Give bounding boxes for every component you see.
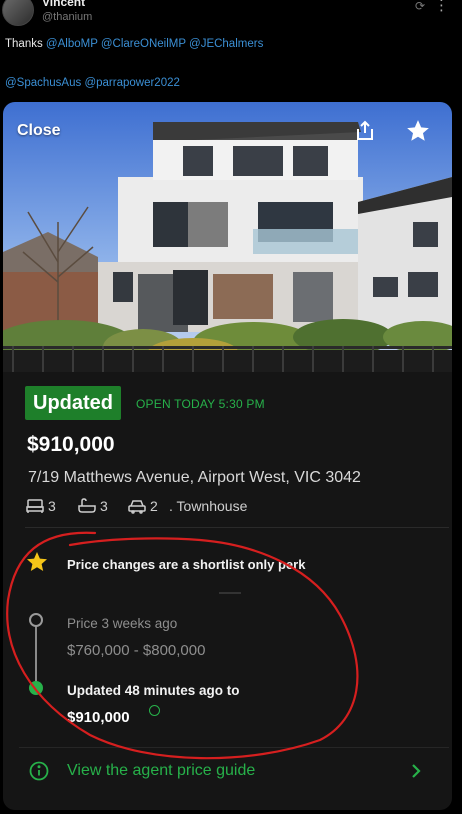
parking-count: 2 — [150, 498, 158, 514]
post-menu-icon[interactable]: ⟳ ⋮ — [415, 0, 450, 14]
status-badge: Updated — [25, 386, 121, 420]
bed-icon — [26, 499, 44, 513]
chevron-right-icon[interactable] — [409, 762, 423, 780]
share-icon[interactable] — [353, 119, 377, 143]
listing-price: $910,000 — [27, 433, 115, 456]
tweet-text-prefix: Thanks — [5, 38, 46, 50]
author-name[interactable]: Vincent — [42, 0, 85, 9]
mention-link[interactable]: @SpachusAus — [5, 77, 81, 89]
agent-price-guide-link[interactable]: View the agent price guide — [67, 762, 255, 780]
updated-price-label: Updated 48 minutes ago to — [67, 683, 240, 698]
timeline-line — [35, 622, 37, 684]
property-type: . Townhouse — [169, 498, 248, 514]
perk-notice: Price changes are a shortlist only perk — [67, 557, 306, 572]
updated-price: $910,000 — [67, 709, 130, 726]
previous-price-range: $760,000 - $800,000 — [67, 642, 206, 659]
bathroom-count: 3 — [100, 498, 108, 514]
feature-bedrooms: 3 — [26, 495, 66, 517]
timeline-dot-current — [29, 681, 43, 695]
close-button[interactable]: Close — [17, 122, 61, 140]
star-icon — [25, 550, 49, 574]
property-photo-illustration — [3, 102, 452, 372]
mention-link[interactable]: @parrapower2022 — [84, 77, 179, 89]
info-icon[interactable] — [149, 705, 160, 716]
mention-link[interactable]: @JEChalmers — [189, 38, 263, 50]
mention-link[interactable]: @ClareONeilMP — [101, 38, 186, 50]
listing-card: Close Updated OPEN TODAY 5:30 PM $910,00… — [3, 102, 452, 810]
author-handle[interactable]: @thanium — [42, 11, 92, 23]
feature-bathrooms: 3 — [78, 495, 118, 517]
divider — [19, 747, 449, 748]
mention-link[interactable]: @AlboMP — [46, 38, 98, 50]
divider — [25, 527, 449, 528]
inspection-time: OPEN TODAY 5:30 PM — [136, 397, 265, 411]
feature-parking: 2 — [128, 495, 168, 517]
timeline-dot-previous — [29, 613, 43, 627]
bath-icon — [78, 498, 96, 513]
car-icon — [128, 500, 146, 514]
avatar[interactable] — [2, 0, 34, 26]
bedroom-count: 3 — [48, 498, 56, 514]
star-icon[interactable] — [405, 118, 431, 144]
post-header: Vincent @thanium ⟳ ⋮ — [0, 0, 462, 30]
divider — [219, 592, 241, 594]
tweet-text-line1: Thanks @AlboMP @ClareONeilMP @JEChalmers — [5, 38, 263, 50]
listing-address: 7/19 Matthews Avenue, Airport West, VIC … — [28, 469, 361, 486]
previous-price-label: Price 3 weeks ago — [67, 616, 178, 631]
info-icon — [29, 761, 49, 781]
tweet-text-line2: @SpachusAus @parrapower2022 — [5, 77, 180, 89]
property-photo: Close — [3, 102, 452, 372]
